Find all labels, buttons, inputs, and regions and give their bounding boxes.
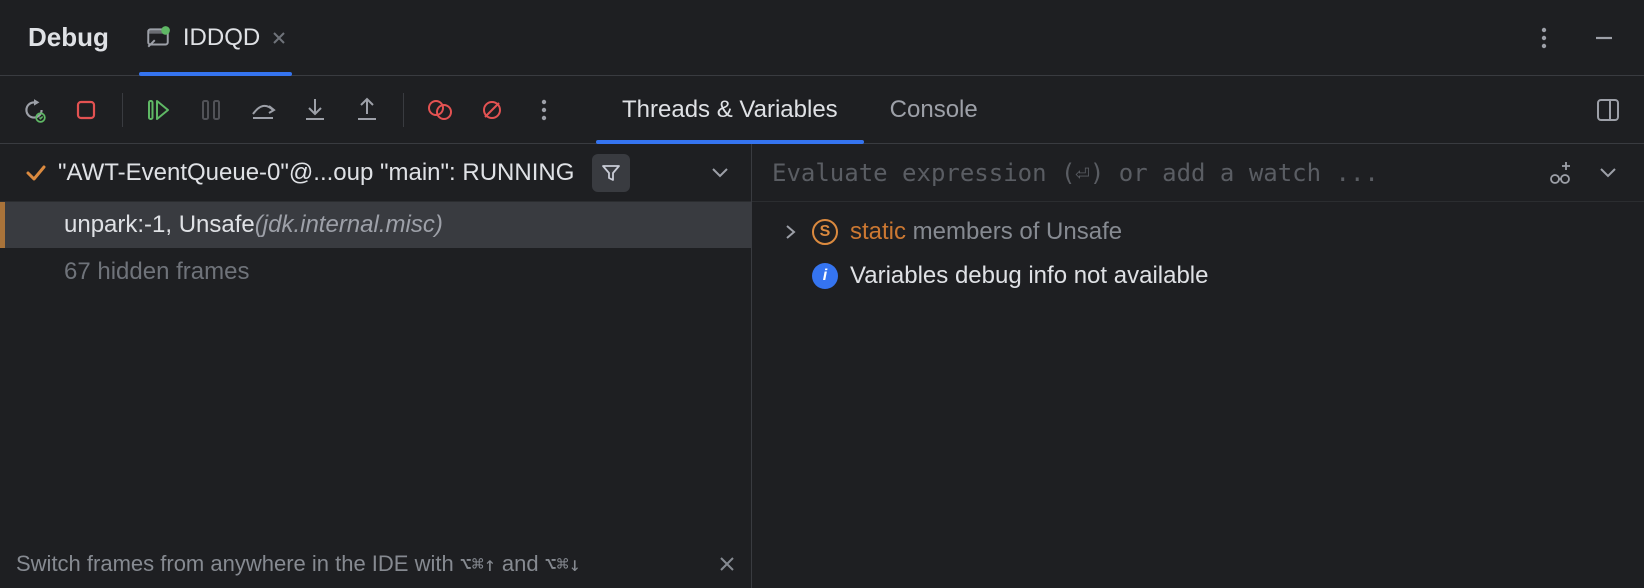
variables-panel: S static members of Unsafe i Variables d… [752, 144, 1644, 588]
step-out-icon[interactable] [351, 94, 383, 126]
tool-window-title: Debug [10, 22, 127, 53]
static-badge-icon: S [812, 219, 838, 245]
tip-text: Switch frames from anywhere in the IDE w… [16, 551, 454, 577]
layout-settings-icon[interactable] [1592, 94, 1624, 126]
main-split: "AWT-EventQueue-0"@...oup "main": RUNNIN… [0, 144, 1644, 588]
shortcut-key: ⌥⌘↑ [460, 552, 496, 576]
static-keyword: static [850, 218, 906, 245]
info-badge-icon: i [812, 263, 838, 289]
run-config-name: IDDQD [183, 24, 260, 52]
debug-toolbar: Threads & Variables Console [0, 76, 1644, 144]
pause-icon[interactable] [195, 94, 227, 126]
thread-label: "AWT-EventQueue-0"@...oup "main": RUNNIN… [58, 159, 574, 187]
info-row: i Variables debug info not available [752, 254, 1644, 298]
frame-location: unpark:-1, Unsafe [64, 211, 255, 239]
step-into-icon[interactable] [299, 94, 331, 126]
close-tab-icon[interactable] [272, 31, 286, 45]
tab-threads-variables[interactable]: Threads & Variables [596, 76, 864, 143]
tab-console[interactable]: Console [864, 76, 1004, 143]
thread-status-icon [24, 161, 48, 185]
run-config-tab[interactable]: IDDQD [127, 0, 304, 75]
frames-panel: "AWT-EventQueue-0"@...oup "main": RUNNIN… [0, 144, 752, 588]
info-message: Variables debug info not available [850, 262, 1208, 290]
minimize-icon[interactable] [1588, 22, 1620, 54]
variables-list: S static members of Unsafe i Variables d… [752, 202, 1644, 588]
application-icon [145, 25, 171, 51]
tip-mid: and [502, 551, 539, 577]
variable-row[interactable]: S static members of Unsafe [752, 210, 1644, 254]
step-over-icon[interactable] [247, 94, 279, 126]
tip-bar: Switch frames from anywhere in the IDE w… [0, 540, 751, 588]
static-members-label: members of Unsafe [906, 218, 1122, 245]
stop-icon[interactable] [70, 94, 102, 126]
expand-watches-icon[interactable] [1592, 157, 1624, 189]
evaluate-row [752, 144, 1644, 202]
frames-list: unpark:-1, Unsafe (jdk.internal.misc) 67… [0, 202, 751, 588]
separator [122, 93, 123, 127]
more-debug-options-icon[interactable] [528, 94, 560, 126]
evaluate-input[interactable] [772, 159, 1528, 187]
close-tip-icon[interactable] [719, 556, 735, 572]
thread-dropdown-icon[interactable] [703, 163, 737, 183]
view-breakpoints-icon[interactable] [424, 94, 456, 126]
thread-selector[interactable]: "AWT-EventQueue-0"@...oup "main": RUNNIN… [0, 144, 751, 202]
expand-chevron-icon[interactable] [782, 224, 800, 240]
add-watch-icon[interactable] [1544, 157, 1576, 189]
frame-row[interactable]: unpark:-1, Unsafe (jdk.internal.misc) [0, 202, 751, 248]
more-options-icon[interactable] [1528, 22, 1560, 54]
shortcut-key: ⌥⌘↓ [545, 552, 581, 576]
hidden-frames-label[interactable]: 67 hidden frames [0, 248, 751, 286]
filter-frames-icon[interactable] [592, 154, 630, 192]
tab-bar: Debug IDDQD [0, 0, 1644, 76]
mute-breakpoints-icon[interactable] [476, 94, 508, 126]
resume-icon[interactable] [143, 94, 175, 126]
rerun-icon[interactable] [18, 94, 50, 126]
separator [403, 93, 404, 127]
frame-package: (jdk.internal.misc) [255, 211, 443, 239]
